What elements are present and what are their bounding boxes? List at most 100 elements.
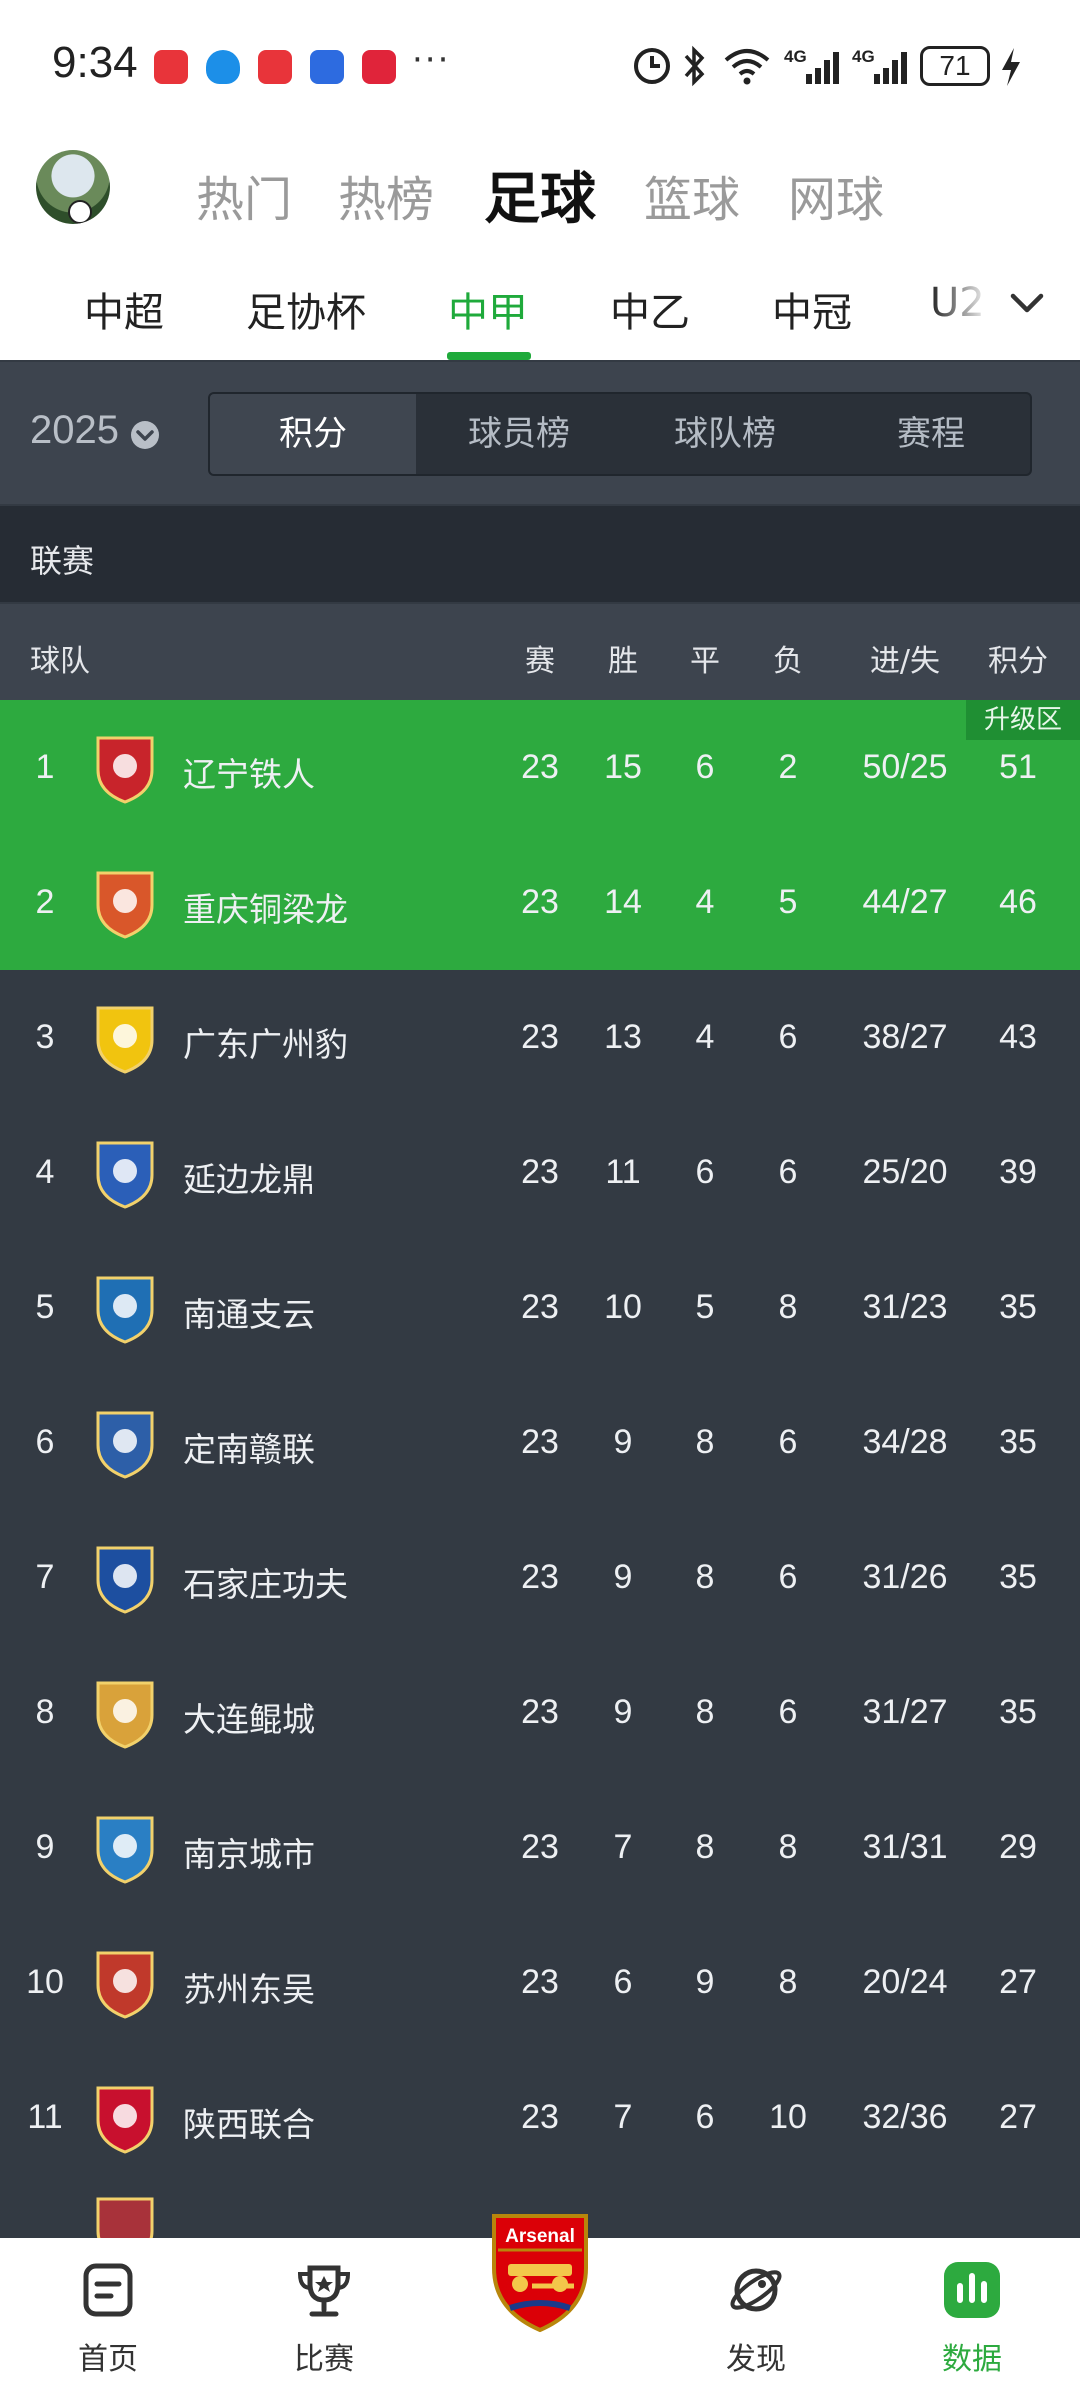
promotion-zone-tag: 升级区 [966,700,1080,740]
team-points: 43 [999,1018,1037,1056]
tab-tennis[interactable]: 网球 [788,160,884,230]
table-row[interactable]: 4 延边龙鼎 23 11 6 6 25/20 39 [0,1105,1080,1240]
standings-table: 升级区 1 辽宁铁人 23 15 6 2 50/25 51 2 重庆铜梁龙 23 14 4 5 44/27 46… [0,700,1080,2320]
team-logo-icon [96,1546,154,1614]
goals-for-against: 31/31 [862,1828,948,1866]
goals-for-against: 38/27 [862,1018,948,1056]
team-logo-icon [96,1411,154,1479]
team-logo-icon [96,2086,154,2154]
chevron-down-icon[interactable] [1005,280,1049,324]
header-lost: 负 [773,644,803,679]
subtab-fa-cup[interactable]: 足协杯 [246,280,366,338]
bluetooth-icon [684,45,705,87]
team-name: 广东广州豹 [183,1025,348,1064]
goals-for-against: 32/36 [862,2098,948,2136]
subtab-cmcl[interactable]: 中冠 [772,280,852,338]
matches-played: 23 [521,748,559,786]
team-name: 辽宁铁人 [183,755,315,794]
table-row[interactable]: 3 广东广州豹 23 13 4 6 38/27 43 [0,970,1080,1105]
team-name: 南通支云 [183,1295,315,1334]
matches-played: 23 [521,1153,559,1191]
user-avatar[interactable] [36,150,110,224]
nav-matches[interactable]: 比赛 [244,2238,404,2388]
matches-won: 14 [604,883,642,921]
tab-hot[interactable]: 热门 [196,160,292,230]
team-logo-icon [96,1816,154,1884]
goals-for-against: 31/27 [862,1693,948,1731]
segment-standings[interactable]: 积分 [210,394,416,474]
top-header: 热门 热榜 足球 篮球 网球 : 中超 足协杯 中甲 中乙 中冠 U2 [0,130,1080,360]
table-row[interactable]: 8 大连鲲城 23 9 8 6 31/27 35 [0,1645,1080,1780]
team-name: 重庆铜梁龙 [183,890,348,929]
table-row[interactable]: 7 石家庄功夫 23 9 8 6 31/26 35 [0,1510,1080,1645]
table-row[interactable]: 11 陕西联合 23 7 6 10 32/36 27 [0,2050,1080,2185]
matches-lost: 8 [778,1288,798,1326]
nav-discover-label: 发现 [726,2342,786,2377]
segment-schedule[interactable]: 赛程 [828,394,1030,474]
header-drawn: 平 [690,644,720,679]
matches-drawn: 4 [695,1018,715,1056]
matches-won: 15 [604,748,642,786]
season-dropdown-icon[interactable] [130,420,160,450]
charging-icon [1002,48,1020,86]
nav-discover[interactable]: 发现 [676,2238,836,2388]
matches-drawn: 4 [695,883,715,921]
table-row[interactable]: 升级区 1 辽宁铁人 23 15 6 2 50/25 51 [0,700,1080,835]
nav-home[interactable]: 首页 [28,2238,188,2388]
team-logo-icon [96,736,154,804]
team-logo-icon [96,1276,154,1344]
goals-for-against: 44/27 [862,883,948,921]
team-logo-icon [96,871,154,939]
team-points: 51 [999,748,1037,786]
matches-played: 23 [521,1423,559,1461]
matches-drawn: 8 [695,1423,715,1461]
wifi-icon [724,49,770,85]
huawei-app-icon [258,50,292,84]
team-name: 定南赣联 [183,1430,315,1469]
svg-text:4G: 4G [784,47,807,66]
planet-icon [730,2268,782,2312]
subtab-csl[interactable]: 中超 [84,280,164,338]
matches-lost: 6 [778,1693,798,1731]
team-name: 南京城市 [183,1835,315,1874]
goals-for-against: 20/24 [862,1963,948,2001]
matches-lost: 6 [778,1018,798,1056]
segment-player-rankings[interactable]: 球员榜 [416,394,622,474]
team-rank: 4 [35,1153,55,1191]
tab-football[interactable]: 足球 [484,154,596,235]
matches-won: 9 [613,1423,633,1461]
segment-team-rankings[interactable]: 球队榜 [622,394,828,474]
matches-drawn: 6 [695,748,715,786]
nav-data[interactable]: 数据 [892,2238,1052,2388]
status-time: 9:34 [52,38,138,87]
tab-trending[interactable]: 热榜 [338,160,434,230]
arsenal-crest-text: Arsenal [505,2226,575,2247]
matches-won: 7 [613,2098,633,2136]
subtab-partial-left[interactable]: : [0,280,1,326]
matches-lost: 6 [778,1423,798,1461]
matches-won: 10 [604,1288,642,1326]
home-doc-icon [83,2263,133,2317]
team-points: 27 [999,2098,1037,2136]
goals-for-against: 34/28 [862,1423,948,1461]
table-row[interactable]: 6 定南赣联 23 9 8 6 34/28 35 [0,1375,1080,1510]
header-won: 胜 [608,644,638,679]
matches-played: 23 [521,1693,559,1731]
hand-app-icon [310,50,344,84]
team-logo-icon [96,1141,154,1209]
team-rank: 3 [35,1018,55,1056]
subtab-china-league-one[interactable]: 中甲 [448,280,528,338]
nav-matches-label: 比赛 [294,2342,354,2377]
arsenal-crest-icon[interactable]: Arsenal [488,2212,592,2334]
table-row[interactable]: 5 南通支云 23 10 5 8 31/23 35 [0,1240,1080,1375]
table-row[interactable]: 9 南京城市 23 7 8 8 31/31 29 [0,1780,1080,1915]
subtab-china-league-two[interactable]: 中乙 [610,280,690,338]
team-name: 陕西联合 [183,2105,315,2144]
team-rank: 7 [35,1558,55,1596]
goals-for-against: 31/26 [862,1558,948,1596]
table-row[interactable]: 10 苏州东吴 23 6 9 8 20/24 27 [0,1915,1080,2050]
matches-won: 7 [613,1828,633,1866]
tab-basketball[interactable]: 篮球 [644,160,740,230]
season-selector[interactable]: 2025 [30,408,119,453]
table-row[interactable]: 2 重庆铜梁龙 23 14 4 5 44/27 46 [0,835,1080,970]
